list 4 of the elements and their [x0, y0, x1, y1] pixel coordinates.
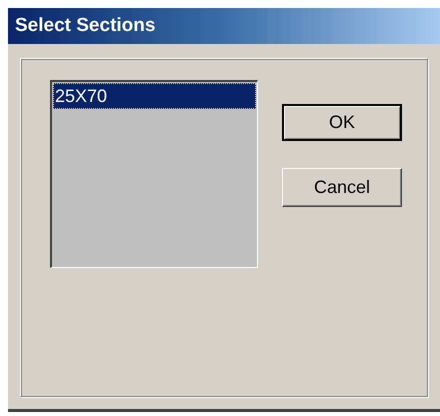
list-item[interactable]: 25X70 — [53, 83, 256, 109]
window-title: Select Sections — [15, 14, 156, 38]
cancel-button[interactable]: Cancel — [282, 168, 402, 207]
ok-button[interactable]: OK — [282, 104, 402, 141]
